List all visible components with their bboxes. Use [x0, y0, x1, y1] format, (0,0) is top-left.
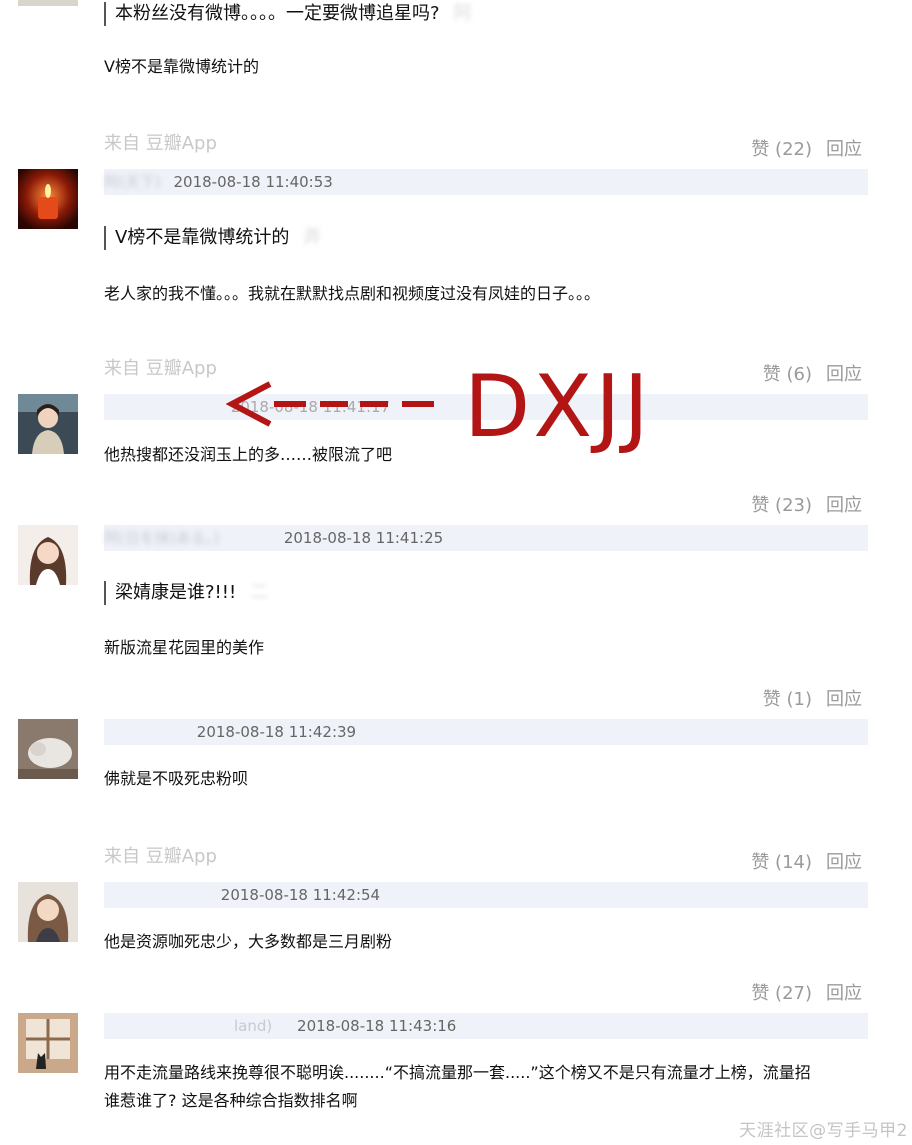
top-quote-tail: 阿	[453, 3, 472, 24]
comment-actions: 赞 (14) 回应	[751, 848, 862, 874]
source-label: 来自 豆瓣App	[104, 846, 217, 867]
annotation-label: DXJJ	[464, 357, 652, 457]
source-label: 来自 豆瓣App	[104, 358, 217, 379]
watermark: 天涯社区@写手马甲2	[739, 1121, 908, 1141]
quote: 梁婧康是谁?!!! 二	[104, 581, 268, 605]
like-button[interactable]: 赞 (23)	[751, 495, 812, 516]
quote-tail: 弄	[303, 227, 322, 248]
candle-avatar-image	[18, 169, 78, 229]
avatar[interactable]	[18, 169, 78, 229]
comment-meta: 阿(日を挟)ある。) 2018-08-18 11:41:25	[104, 525, 868, 551]
timestamp: 2018-08-18 11:43:16	[297, 1017, 457, 1035]
red-arrow-annotation	[226, 381, 434, 427]
comment-actions: 赞 (27) 回应	[751, 979, 862, 1005]
comment-text: 他热搜都还没润玉上的多……被限流了吧	[104, 445, 393, 464]
avatar[interactable]	[18, 394, 78, 454]
reply-button[interactable]: 回应	[826, 983, 862, 1004]
comment-text: 他是资源咖死忠少，大多数都是三月剧粉	[104, 932, 393, 951]
like-button[interactable]: 赞 (27)	[751, 983, 812, 1004]
username-blurred-prefix	[104, 1013, 234, 1039]
comment-actions: 赞 (6) 回应	[763, 360, 862, 386]
avatar[interactable]	[18, 525, 78, 585]
reply-button[interactable]: 回应	[826, 495, 862, 516]
like-button[interactable]: 赞 (14)	[751, 852, 812, 873]
like-button[interactable]: 赞 (6)	[763, 364, 812, 385]
avatar[interactable]	[18, 719, 78, 779]
comment-meta: 2018-08-18 11:42:54	[104, 882, 868, 908]
source-label: 来自 豆瓣App	[104, 133, 217, 154]
comment-actions: 赞 (23) 回应	[751, 491, 862, 517]
username[interactable]: 阿(日を挟)ある。)	[104, 525, 219, 551]
comment-meta: 阿(天下) 2018-08-18 11:40:53	[104, 169, 868, 195]
person-avatar-image	[18, 882, 78, 942]
timestamp: 2018-08-18 11:42:54	[220, 886, 381, 904]
quote-text: 梁婧康是谁?!!!	[115, 582, 237, 603]
like-button[interactable]: 赞 (22)	[751, 139, 812, 160]
reply-button[interactable]: 回应	[826, 689, 862, 710]
animal-avatar-image	[18, 719, 78, 779]
timestamp: 2018-08-18 11:42:39	[196, 723, 357, 741]
reply-button[interactable]: 回应	[826, 139, 862, 160]
comment-text: 老人家的我不懂。。。我就在默默找点剧和视频度过没有凤娃的日子。。。	[104, 284, 601, 303]
timestamp: 2018-08-18 11:41:25	[283, 529, 444, 547]
comment-meta: 2018-08-18 11:42:39	[104, 719, 868, 745]
comment-actions: 赞 (22) 回应	[751, 135, 862, 161]
comment-text: 新版流星花园里的美作	[104, 638, 265, 657]
person-avatar-image	[18, 525, 78, 585]
quote-tail: 二	[250, 582, 269, 603]
comment-text: 佛就是不吸死忠粉呗	[104, 769, 249, 788]
person-avatar-image	[18, 394, 78, 454]
cat-window-avatar-image	[18, 1013, 78, 1073]
top-avatar-fragment	[18, 0, 78, 6]
top-quote-text: 本粉丝没有微博。。。。一定要微博追星吗?	[115, 3, 440, 24]
avatar[interactable]	[18, 882, 78, 942]
comment-text-line-2: 谁惹谁了? 这是各种综合指数排名啊	[104, 1091, 358, 1110]
username[interactable]: land)	[234, 1017, 272, 1035]
username[interactable]: 阿(天下)	[104, 169, 161, 195]
quote: V榜不是靠微博统计的弄	[104, 226, 321, 250]
comment-text-line-1: 用不走流量路线来挽尊很不聪明诶........“不搞流量那一套.....”这个榜…	[104, 1063, 811, 1082]
reply-button[interactable]: 回应	[826, 364, 862, 385]
comment-meta: land) 2018-08-18 11:43:16	[104, 1013, 868, 1039]
username[interactable]	[104, 719, 184, 745]
comment-actions: 赞 (1) 回应	[763, 685, 862, 711]
top-quote: 本粉丝没有微博。。。。一定要微博追星吗? 阿	[104, 2, 472, 26]
timestamp: 2018-08-18 11:40:53	[173, 173, 333, 191]
like-button[interactable]: 赞 (1)	[763, 689, 812, 710]
username[interactable]	[104, 394, 214, 420]
reply-button[interactable]: 回应	[826, 852, 862, 873]
top-reply-text: V榜不是靠微博统计的	[104, 57, 259, 76]
username[interactable]	[104, 882, 208, 908]
quote-text: V榜不是靠微博统计的	[115, 227, 290, 248]
avatar[interactable]	[18, 1013, 78, 1073]
